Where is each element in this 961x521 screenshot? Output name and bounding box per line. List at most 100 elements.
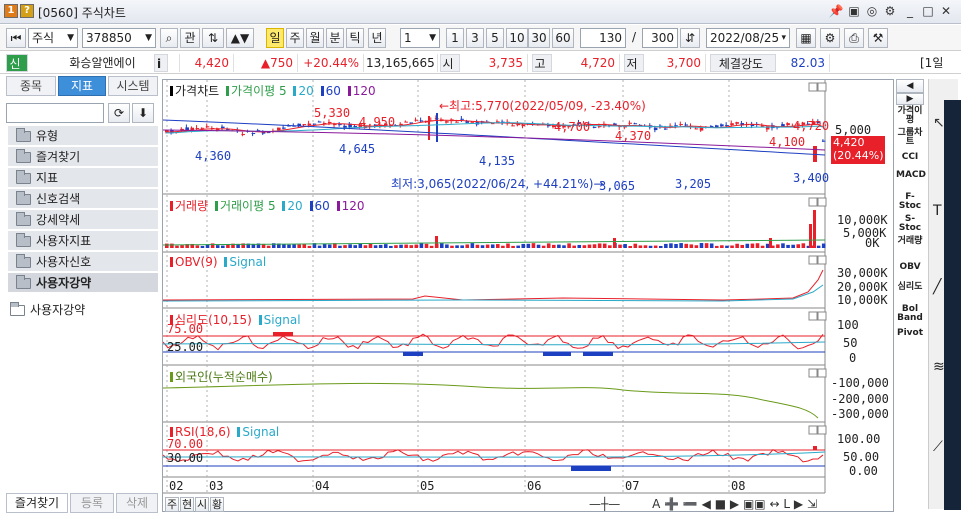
tools-icon[interactable]: ⚒ bbox=[868, 28, 888, 48]
text-tool-icon[interactable]: T bbox=[933, 203, 942, 219]
sync-icon[interactable]: ⇅ bbox=[202, 28, 224, 48]
quick-button-4[interactable]: 30 bbox=[528, 28, 550, 48]
menu-item-4[interactable]: 강세약세 bbox=[8, 210, 158, 230]
folder-icon bbox=[16, 212, 31, 226]
print-icon[interactable]: ⎙ bbox=[844, 28, 864, 48]
volume-bar bbox=[608, 245, 612, 248]
period-button-1[interactable]: 주 bbox=[286, 28, 304, 48]
bottom-button-2[interactable]: 시 bbox=[195, 497, 209, 512]
market-select[interactable]: 주식 ▼ bbox=[28, 28, 78, 48]
quick-button-1[interactable]: 3 bbox=[466, 28, 484, 48]
indicator-tool-10[interactable]: Pivot bbox=[896, 329, 924, 338]
capture-icon[interactable]: ◎ bbox=[864, 4, 880, 20]
minimize-icon[interactable]: _ bbox=[902, 4, 918, 20]
quick-button-0[interactable]: 1 bbox=[446, 28, 464, 48]
indicator-tool-4[interactable]: F-Stoc bbox=[896, 193, 924, 211]
delete-button[interactable]: 삭제 bbox=[116, 493, 158, 513]
indicator-tool-1[interactable]: 그룹차트 bbox=[896, 129, 924, 147]
bottom-button-1[interactable]: 현 bbox=[180, 497, 194, 512]
menu-item-6[interactable]: 사용자신호 bbox=[8, 252, 158, 272]
tab-indicators[interactable]: 지표 bbox=[58, 76, 106, 96]
period-button-0[interactable]: 일 bbox=[266, 28, 284, 48]
indicator-tool-5[interactable]: S-Stoc bbox=[896, 215, 924, 233]
menu-item-2[interactable]: 지표 bbox=[8, 168, 158, 188]
rsi-fill-high bbox=[813, 446, 817, 450]
tab-favorites[interactable]: 즐겨찾기 bbox=[6, 493, 68, 513]
date-input[interactable]: 2022/08/25 ▾ bbox=[706, 28, 790, 48]
indicator-tool-9[interactable]: Bol Band bbox=[896, 305, 924, 323]
refresh-icon[interactable]: ⟳ bbox=[108, 103, 130, 123]
stock-code-input[interactable]: 378850 ▼ bbox=[82, 28, 156, 48]
register-button[interactable]: 등록 bbox=[70, 493, 114, 513]
save-screen-icon[interactable]: ▣ bbox=[846, 4, 862, 20]
crosshair-icon[interactable]: ↔ bbox=[769, 497, 779, 511]
sub-item[interactable]: 사용자강약 bbox=[10, 301, 85, 319]
download-icon[interactable]: ⬇ bbox=[132, 103, 154, 123]
menu-item-5[interactable]: 사용자지표 bbox=[8, 231, 158, 251]
font-icon[interactable]: A bbox=[652, 497, 660, 511]
period-button-5[interactable]: 년 bbox=[368, 28, 386, 48]
volume-bar bbox=[628, 245, 632, 248]
bottom-button-3[interactable]: 황 bbox=[210, 497, 224, 512]
slider-icon[interactable]: —┼— bbox=[589, 497, 620, 511]
info-button[interactable]: i bbox=[154, 54, 168, 72]
indicator-tool-0[interactable]: 가격이평 bbox=[896, 107, 924, 125]
first-icon[interactable]: ⏮ bbox=[6, 28, 26, 48]
export-icon[interactable]: ⇲ bbox=[807, 497, 817, 511]
pin-icon[interactable]: 📌 bbox=[828, 4, 844, 20]
folder-icon bbox=[16, 275, 31, 289]
rightbar-down-icon[interactable]: ▶ bbox=[896, 93, 924, 105]
indicator-tool-3[interactable]: MACD bbox=[896, 171, 926, 180]
layout-icon[interactable]: ▦ bbox=[796, 28, 816, 48]
chart-canvas[interactable]: 02 03 04 05 06 07 085,3304,9504,360 4,6454,1354… bbox=[163, 80, 895, 513]
stop-icon[interactable]: ■ bbox=[715, 497, 726, 511]
line-tool-icon[interactable]: ╱ bbox=[933, 279, 941, 295]
next-page-icon[interactable]: ▶ bbox=[794, 497, 803, 511]
cursor-icon[interactable]: ↖ bbox=[933, 115, 945, 131]
window-number-badge[interactable]: 1 bbox=[4, 4, 18, 18]
menu-item-0[interactable]: 유형 bbox=[8, 126, 158, 146]
view-count-input[interactable]: 130 bbox=[580, 28, 626, 48]
quick-button-3[interactable]: 10 bbox=[506, 28, 528, 48]
tab-system[interactable]: 시스템 bbox=[108, 76, 158, 96]
count-select[interactable]: 1 ▼ bbox=[400, 28, 440, 48]
bottom-button-0[interactable]: 주 bbox=[165, 497, 179, 512]
close-icon[interactable]: ✕ bbox=[938, 4, 954, 20]
indicator-tool-8[interactable]: 심리도 bbox=[896, 283, 924, 292]
zoom-in-icon[interactable]: ➕ bbox=[664, 497, 679, 511]
search-icon[interactable]: ⌕ bbox=[160, 28, 178, 48]
channel-tool-icon[interactable]: ≋ bbox=[933, 359, 945, 375]
next-icon[interactable]: ▶ bbox=[730, 497, 739, 511]
indicator-tool-6[interactable]: 거래량 bbox=[896, 237, 924, 246]
indicator-search-input[interactable] bbox=[6, 103, 104, 123]
indicator-tool-7[interactable]: OBV bbox=[896, 263, 924, 272]
rightbar-up-icon[interactable]: ◀ bbox=[896, 79, 924, 93]
line-icon[interactable]: L bbox=[783, 497, 790, 511]
quick-button-2[interactable]: 5 bbox=[486, 28, 504, 48]
maximize-icon[interactable]: □ bbox=[920, 4, 936, 20]
quick-button-5[interactable]: 60 bbox=[552, 28, 574, 48]
fan-tool-icon[interactable]: ⟋ bbox=[933, 439, 943, 455]
prev-icon[interactable]: ◀ bbox=[702, 497, 711, 511]
chart-controls[interactable]: —┼— A ➕ ➖ ◀ ■ ▶ ▣▣ ↔ L ▶ ⇲ bbox=[589, 497, 889, 513]
help-icon[interactable]: ? bbox=[20, 4, 34, 18]
period-button-4[interactable]: 틱 bbox=[346, 28, 364, 48]
menu-item-1[interactable]: 즐겨찾기 bbox=[8, 147, 158, 167]
settings-icon[interactable]: ⚙ bbox=[882, 4, 898, 20]
tab-stocks[interactable]: 종목 bbox=[6, 76, 56, 96]
volume-bar bbox=[409, 245, 414, 248]
toggle-icon[interactable]: ▣▣ bbox=[743, 497, 766, 511]
total-count-input[interactable]: 300 bbox=[642, 28, 678, 48]
chart-area[interactable]: 02 03 04 05 06 07 08 5,330 4,950 4,360 4,645 4,135 4… bbox=[162, 79, 894, 512]
gwan-button[interactable]: 관 bbox=[180, 28, 200, 48]
indicator-tool-2[interactable]: CCI bbox=[896, 153, 924, 162]
extra-tab[interactable]: [1일 bbox=[920, 54, 961, 72]
zoom-out-icon[interactable]: ➖ bbox=[683, 497, 698, 511]
updown-icon[interactable]: ▲▼ bbox=[226, 28, 254, 48]
gear-icon[interactable]: ⚙ bbox=[820, 28, 840, 48]
menu-item-7[interactable]: 사용자강약 bbox=[8, 273, 158, 293]
menu-item-3[interactable]: 신호검색 bbox=[8, 189, 158, 209]
period-button-3[interactable]: 분 bbox=[326, 28, 344, 48]
period-button-2[interactable]: 월 bbox=[306, 28, 324, 48]
zoom-icon[interactable]: ⇵ bbox=[680, 28, 700, 48]
